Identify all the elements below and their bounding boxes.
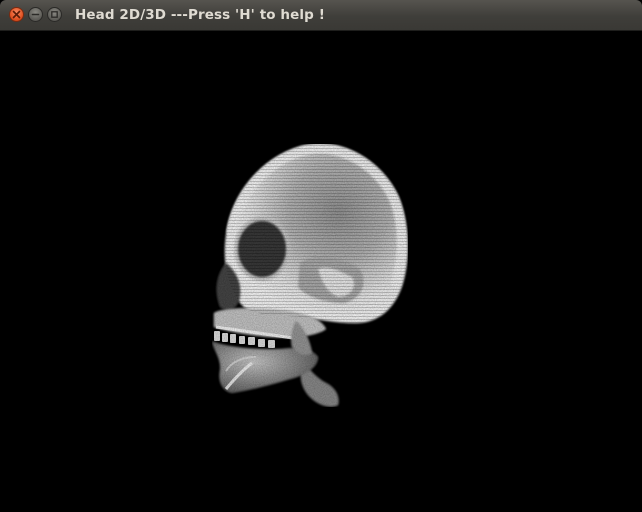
window-controls [9, 7, 62, 22]
minimize-button[interactable] [28, 7, 43, 22]
maximize-button[interactable] [47, 7, 62, 22]
maximize-icon [51, 11, 58, 18]
close-icon [12, 10, 21, 19]
window-title: Head 2D/3D ---Press 'H' to help ! [75, 7, 325, 23]
app-window: Head 2D/3D ---Press 'H' to help ! [0, 0, 642, 512]
title-bar[interactable]: Head 2D/3D ---Press 'H' to help ! [0, 0, 642, 31]
close-button[interactable] [9, 7, 24, 22]
skull-render [212, 143, 408, 407]
minimize-icon [31, 13, 40, 16]
render-viewport[interactable] [0, 31, 642, 512]
